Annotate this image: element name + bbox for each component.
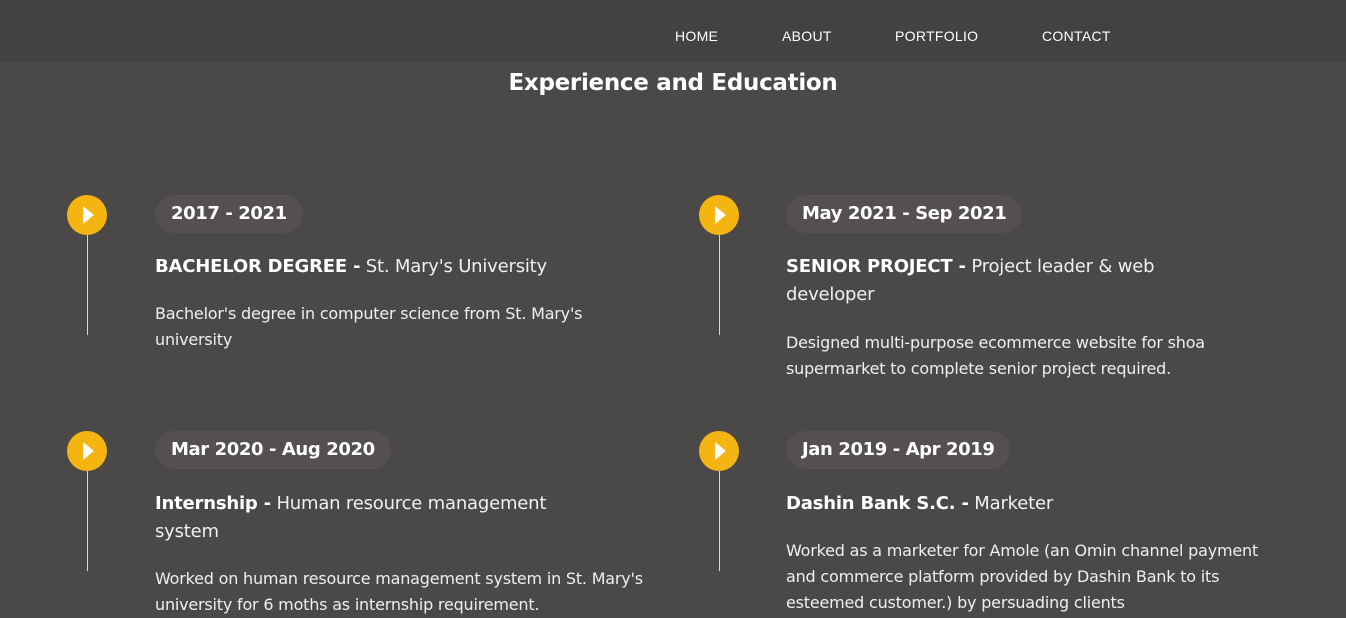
item-title: SENIOR PROJECT - [786,256,966,277]
play-arrow-icon [699,431,739,471]
navbar: HOME ABOUT PORTFOLIO CONTACT [0,0,1346,62]
timeline-line [719,235,720,335]
timeline-line [719,471,720,571]
item-subtitle: Marketer [968,493,1054,514]
item-description: Designed multi-purpose ecommerce website… [786,333,1205,378]
item-heading: SENIOR PROJECT - Project leader & web de… [786,253,1196,309]
nav-link-portfolio[interactable]: PORTFOLIO [895,28,978,44]
nav-link-contact[interactable]: CONTACT [1042,28,1111,44]
timeline-line [87,235,88,335]
timeline-line [87,471,88,571]
date-badge: May 2021 - Sep 2021 [786,195,1023,233]
nav-link-home[interactable]: HOME [675,28,718,44]
item-title: Internship - [155,493,271,514]
item-title: Dashin Bank S.C. - [786,493,969,514]
item-heading: BACHELOR DEGREE - St. Mary's University [155,253,630,281]
item-heading: Dashin Bank S.C. - Marketer [786,490,1266,518]
item-heading: Internship - Human resource management s… [155,490,595,546]
item-description: Worked as a marketer for Amole (an Omin … [786,541,1259,612]
item-description: Worked on human resource management syst… [155,569,643,614]
play-arrow-icon [67,431,107,471]
item-description: Bachelor's degree in computer science fr… [155,304,583,349]
play-arrow-icon [699,195,739,235]
date-badge: Jan 2019 - Apr 2019 [786,431,1011,469]
item-title: BACHELOR DEGREE - [155,256,361,277]
item-subtitle: St. Mary's University [360,256,547,277]
date-badge: 2017 - 2021 [155,195,303,233]
play-arrow-icon [67,195,107,235]
nav-link-about[interactable]: ABOUT [782,28,832,44]
section-title: Experience and Education [508,70,838,96]
date-badge: Mar 2020 - Aug 2020 [155,431,391,469]
